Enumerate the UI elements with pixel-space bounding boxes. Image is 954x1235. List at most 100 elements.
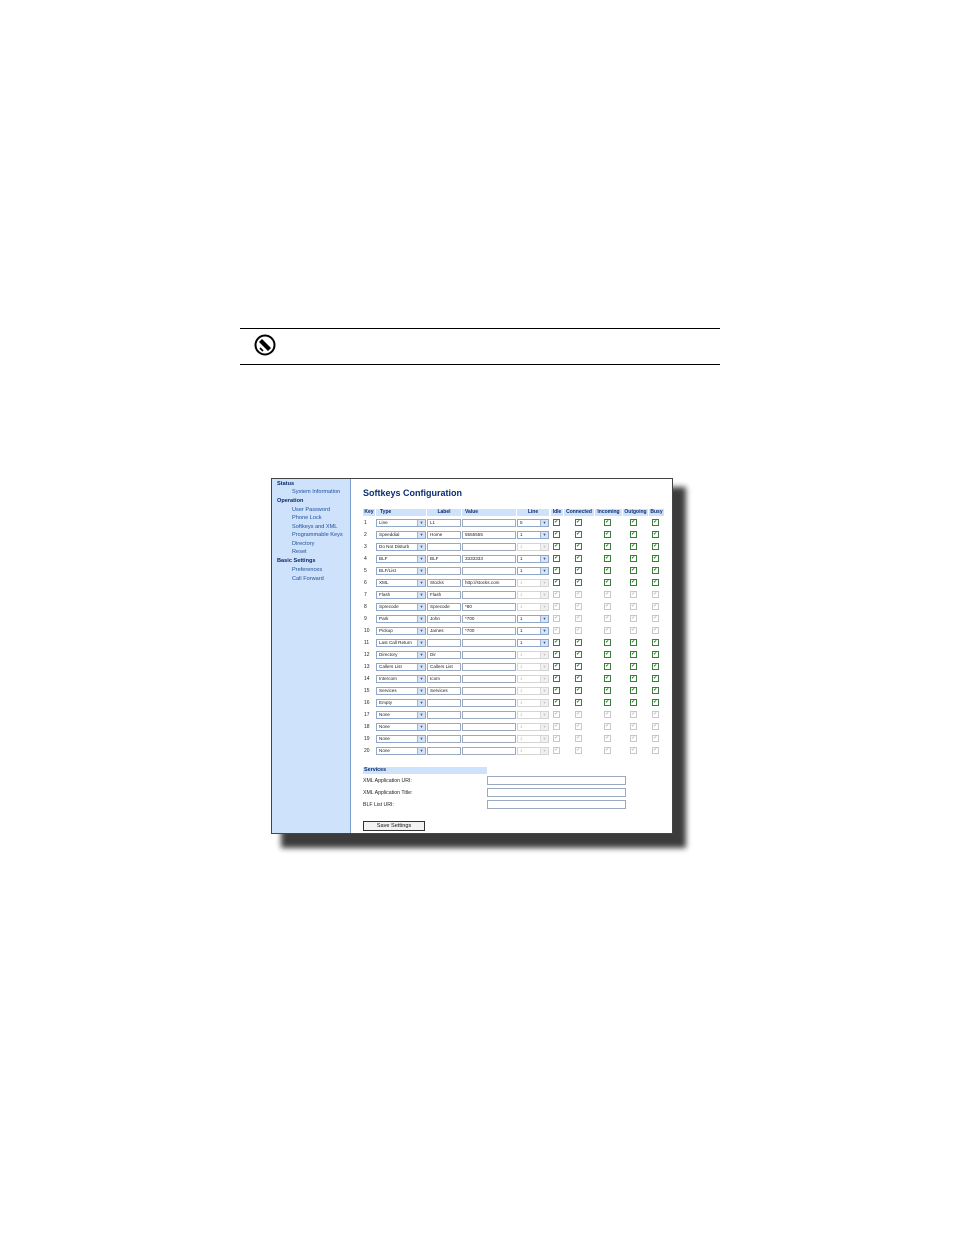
incoming-checkbox[interactable]: ✓ — [604, 699, 611, 706]
outgoing-checkbox[interactable]: ✓ — [630, 531, 637, 538]
incoming-checkbox[interactable]: ✓ — [604, 663, 611, 670]
idle-checkbox[interactable]: ✓ — [553, 567, 560, 574]
type-select[interactable]: Speeddial ▾ — [376, 531, 426, 539]
value-input[interactable] — [462, 687, 516, 695]
idle-checkbox[interactable]: ✓ — [553, 579, 560, 586]
idle-checkbox[interactable]: ✓ — [553, 639, 560, 646]
type-select[interactable]: Do Not Disturb ▾ — [376, 543, 426, 551]
connected-checkbox[interactable]: ✓ — [575, 663, 582, 670]
sidebar-item-programmable-keys[interactable]: Programmable Keys — [292, 532, 343, 539]
label-input[interactable]: Stocks — [427, 579, 461, 587]
label-input[interactable] — [427, 699, 461, 707]
label-input[interactable] — [427, 639, 461, 647]
idle-checkbox[interactable]: ✓ — [553, 699, 560, 706]
value-input[interactable] — [462, 747, 516, 755]
outgoing-checkbox[interactable]: ✓ — [630, 543, 637, 550]
type-select[interactable]: None ▾ — [376, 735, 426, 743]
value-input[interactable]: http://stocks.com — [462, 579, 516, 587]
outgoing-checkbox[interactable]: ✓ — [630, 519, 637, 526]
incoming-checkbox[interactable]: ✓ — [604, 687, 611, 694]
idle-checkbox[interactable]: ✓ — [553, 555, 560, 562]
type-select[interactable]: Pickup ▾ — [376, 627, 426, 635]
type-select[interactable]: BLF ▾ — [376, 555, 426, 563]
idle-checkbox[interactable]: ✓ — [553, 519, 560, 526]
busy-checkbox[interactable]: ✓ — [652, 699, 659, 706]
connected-checkbox[interactable]: ✓ — [575, 567, 582, 574]
label-input[interactable]: Dir — [427, 651, 461, 659]
label-input[interactable]: Services — [427, 687, 461, 695]
busy-checkbox[interactable]: ✓ — [652, 639, 659, 646]
value-input[interactable] — [462, 519, 516, 527]
line-select[interactable]: 1 ▾ — [517, 567, 549, 575]
busy-checkbox[interactable]: ✓ — [652, 531, 659, 538]
busy-checkbox[interactable]: ✓ — [652, 519, 659, 526]
line-select[interactable]: 1 ▾ — [517, 615, 549, 623]
line-select[interactable]: 1 ▾ — [517, 555, 549, 563]
sidebar-item-reset[interactable]: Reset — [292, 549, 307, 556]
type-select[interactable]: Directory ▾ — [376, 651, 426, 659]
outgoing-checkbox[interactable]: ✓ — [630, 687, 637, 694]
incoming-checkbox[interactable]: ✓ — [604, 543, 611, 550]
value-input[interactable] — [462, 735, 516, 743]
incoming-checkbox[interactable]: ✓ — [604, 555, 611, 562]
busy-checkbox[interactable]: ✓ — [652, 651, 659, 658]
label-input[interactable]: L1 — [427, 519, 461, 527]
blf-list-uri-input[interactable] — [487, 800, 626, 809]
value-input[interactable] — [462, 723, 516, 731]
outgoing-checkbox[interactable]: ✓ — [630, 699, 637, 706]
type-select[interactable]: Services ▾ — [376, 687, 426, 695]
sidebar-item-directory[interactable]: Directory — [292, 541, 314, 548]
value-input[interactable] — [462, 711, 516, 719]
incoming-checkbox[interactable]: ✓ — [604, 651, 611, 658]
incoming-checkbox[interactable]: ✓ — [604, 639, 611, 646]
value-input[interactable] — [462, 699, 516, 707]
label-input[interactable]: John — [427, 615, 461, 623]
line-select[interactable]: 1 ▾ — [517, 639, 549, 647]
type-select[interactable]: Line ▾ — [376, 519, 426, 527]
outgoing-checkbox[interactable]: ✓ — [630, 675, 637, 682]
value-input[interactable]: 5555555 — [462, 531, 516, 539]
busy-checkbox[interactable]: ✓ — [652, 663, 659, 670]
value-input[interactable] — [462, 543, 516, 551]
type-select[interactable]: Sprecode ▾ — [376, 603, 426, 611]
label-input[interactable]: Icom — [427, 675, 461, 683]
type-select[interactable]: BLF/List ▾ — [376, 567, 426, 575]
type-select[interactable]: None ▾ — [376, 711, 426, 719]
busy-checkbox[interactable]: ✓ — [652, 579, 659, 586]
outgoing-checkbox[interactable]: ✓ — [630, 555, 637, 562]
incoming-checkbox[interactable]: ✓ — [604, 567, 611, 574]
idle-checkbox[interactable]: ✓ — [553, 663, 560, 670]
busy-checkbox[interactable]: ✓ — [652, 555, 659, 562]
value-input[interactable]: *700 — [462, 615, 516, 623]
label-input[interactable] — [427, 723, 461, 731]
outgoing-checkbox[interactable]: ✓ — [630, 651, 637, 658]
label-input[interactable] — [427, 747, 461, 755]
value-input[interactable]: *700 — [462, 627, 516, 635]
type-select[interactable]: Park ▾ — [376, 615, 426, 623]
type-select[interactable]: Flash ▾ — [376, 591, 426, 599]
sidebar-item-user-password[interactable]: User Password — [292, 507, 330, 514]
busy-checkbox[interactable]: ✓ — [652, 687, 659, 694]
label-input[interactable]: BLF — [427, 555, 461, 563]
busy-checkbox[interactable]: ✓ — [652, 567, 659, 574]
sidebar-item-preferences[interactable]: Preferences — [292, 567, 322, 574]
outgoing-checkbox[interactable]: ✓ — [630, 579, 637, 586]
value-input[interactable] — [462, 639, 516, 647]
connected-checkbox[interactable]: ✓ — [575, 687, 582, 694]
label-input[interactable] — [427, 567, 461, 575]
xml-application-uri-input[interactable] — [487, 776, 626, 785]
connected-checkbox[interactable]: ✓ — [575, 519, 582, 526]
label-input[interactable] — [427, 735, 461, 743]
idle-checkbox[interactable]: ✓ — [553, 543, 560, 550]
type-select[interactable]: Last Call Return ▾ — [376, 639, 426, 647]
value-input[interactable]: 3333333 — [462, 555, 516, 563]
value-input[interactable] — [462, 675, 516, 683]
incoming-checkbox[interactable]: ✓ — [604, 675, 611, 682]
idle-checkbox[interactable]: ✓ — [553, 531, 560, 538]
type-select[interactable]: Intercom ▾ — [376, 675, 426, 683]
busy-checkbox[interactable]: ✓ — [652, 543, 659, 550]
connected-checkbox[interactable]: ✓ — [575, 531, 582, 538]
label-input[interactable]: Home — [427, 531, 461, 539]
type-select[interactable]: Empty ▾ — [376, 699, 426, 707]
sidebar-item-call-forward[interactable]: Call Forward — [292, 576, 324, 583]
